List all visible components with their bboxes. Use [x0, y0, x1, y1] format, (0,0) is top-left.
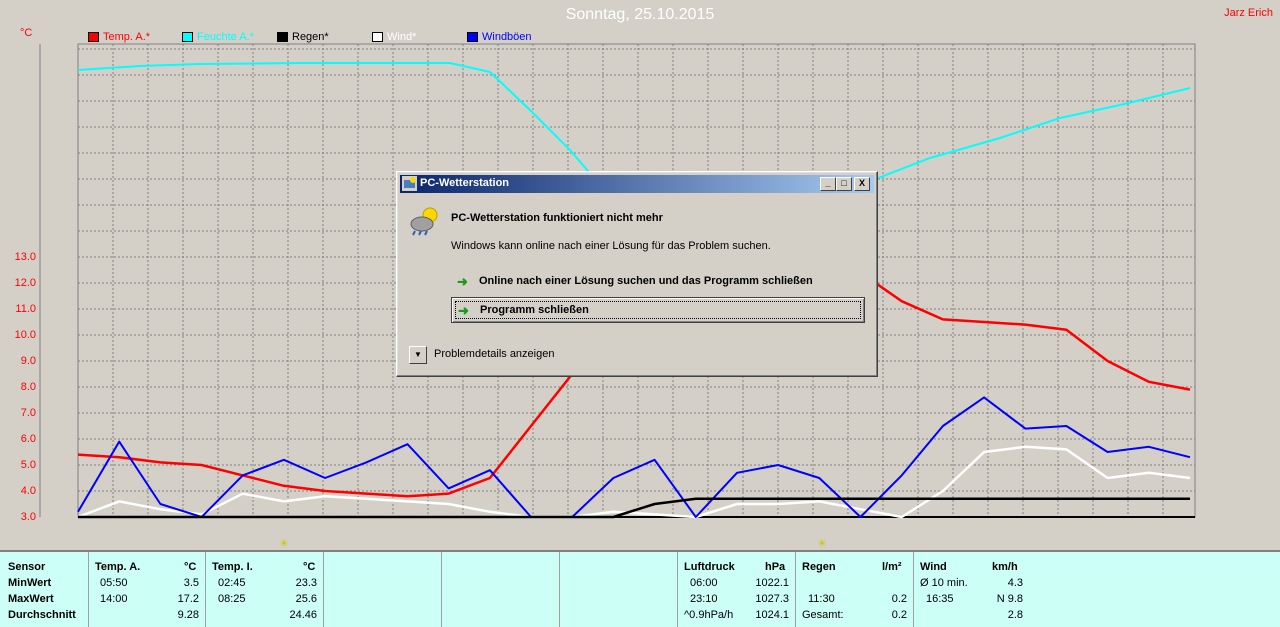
minimize-button[interactable]: _ [820, 177, 836, 191]
pressure-avg: 1024.1 [755, 609, 789, 621]
min-label: MinWert [8, 577, 52, 589]
close-program-label: Programm schließen [480, 304, 589, 316]
panel-col-empty-1 [324, 552, 442, 627]
temp-i-min-time: 02:45 [218, 577, 246, 589]
search-online-label: Online nach einer Lösung suchen und das … [479, 275, 813, 287]
avg-label: Durchschnitt [8, 609, 76, 621]
pressure-max-time: 23:10 [690, 593, 718, 605]
sunset-icon: ☀ [817, 538, 827, 550]
temp-a-unit: °C [184, 561, 197, 573]
green-arrow-icon: ➜ [457, 274, 468, 289]
pressure-header: Luftdruck [684, 561, 735, 573]
temp-i-max-time: 08:25 [218, 593, 246, 605]
app-icon [402, 176, 417, 191]
pressure-min-time: 06:00 [690, 577, 718, 589]
wind-avg-val: 4.3 [1007, 577, 1023, 589]
pressure-unit: hPa [765, 561, 786, 573]
dialog-message: Windows kann online nach einer Lösung fü… [451, 240, 771, 252]
wind-gust-val: N 9.8 [996, 593, 1023, 605]
dialog-title: PC-Wetterstation [420, 177, 510, 189]
temp-a-min-val: 3.5 [183, 577, 199, 589]
wind-avg-label: Ø 10 min. [920, 577, 968, 589]
pressure-max-val: 1027.3 [755, 593, 789, 605]
panel-col-pressure: Luftdruck hPa 06:00 1022.1 23:10 1027.3 … [678, 552, 796, 627]
temp-i-min-val: 23.3 [295, 577, 317, 589]
rain-total: 0.2 [891, 609, 907, 621]
temp-a-header: Temp. A. [95, 561, 141, 573]
panel-col-rain: Regen l/m² 11:30 0.2 Gesamt: 0.2 [796, 552, 914, 627]
temp-a-max-val: 17.2 [177, 593, 199, 605]
wind-gust-time: 16:35 [926, 593, 954, 605]
panel-col-empty-2 [442, 552, 560, 627]
panel-col-temp-a: Temp. A. °C 05:50 3.5 14:00 17.2 9.28 [89, 552, 206, 627]
temp-i-max-val: 25.6 [295, 593, 317, 605]
rain-header: Regen [802, 561, 836, 573]
panel-col-empty-3 [560, 552, 678, 627]
panel-col-temp-i: Temp. I. °C 02:45 23.3 08:25 25.6 24.46 [206, 552, 324, 627]
close-button[interactable]: X [854, 177, 870, 191]
weather-app-icon [410, 207, 438, 236]
temp-a-max-time: 14:00 [100, 593, 128, 605]
dialog-titlebar[interactable]: PC-Wetterstation _ □ X [400, 175, 874, 193]
problem-details-toggle[interactable]: Problemdetails anzeigen [434, 348, 554, 360]
pressure-min-val: 1022.1 [755, 577, 789, 589]
panel-col-sensor: Sensor MinWert MaxWert Durchschnitt [0, 552, 89, 627]
maximize-button[interactable]: □ [836, 177, 852, 191]
data-panel: Sensor MinWert MaxWert Durchschnitt Temp… [0, 550, 1280, 627]
rain-total-label: Gesamt: [802, 609, 844, 621]
crash-dialog: PC-Wetterstation _ □ X PC-Wetterstation … [396, 171, 878, 377]
temp-a-min-time: 05:50 [100, 577, 128, 589]
pressure-trend: ^0.9hPa/h [684, 609, 734, 621]
temp-i-unit: °C [303, 561, 316, 573]
sensor-header: Sensor [8, 561, 46, 573]
rain-val: 0.2 [891, 593, 907, 605]
temp-a-avg: 9.28 [177, 609, 199, 621]
panel-col-wind: Wind km/h Ø 10 min. 4.3 16:35 N 9.8 2.8 [914, 552, 1031, 627]
wind-header: Wind [920, 561, 947, 573]
temp-i-avg: 24.46 [289, 609, 317, 621]
temp-i-header: Temp. I. [212, 561, 253, 573]
rain-time: 11:30 [808, 593, 835, 605]
wind-day-avg: 2.8 [1007, 609, 1023, 621]
green-arrow-icon: ➜ [458, 303, 469, 318]
wind-unit: km/h [992, 561, 1018, 573]
max-label: MaxWert [8, 593, 54, 605]
search-online-option[interactable]: ➜ Online nach einer Lösung suchen und da… [451, 269, 863, 293]
sunrise-icon: ☀ [279, 538, 289, 550]
close-program-button[interactable]: ➜ Programm schließen [451, 297, 865, 323]
dialog-heading: PC-Wetterstation funktioniert nicht mehr [451, 212, 663, 224]
chevron-down-icon[interactable]: ▼ [409, 346, 427, 364]
rain-unit: l/m² [882, 561, 902, 573]
